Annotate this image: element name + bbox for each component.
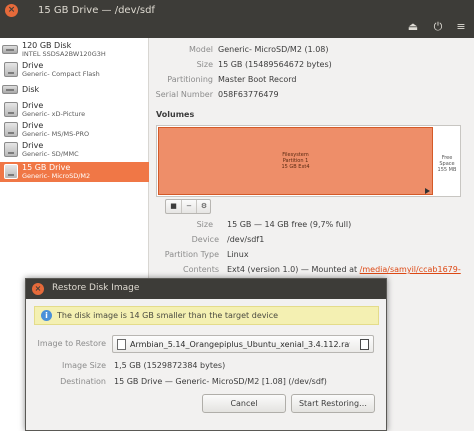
image-size-label: Image Size xyxy=(61,361,106,370)
drive-icon xyxy=(4,164,18,179)
info-icon: i xyxy=(41,310,52,321)
drive-icon xyxy=(4,102,18,117)
restore-disk-image-dialog: × Restore Disk Image i The disk image is… xyxy=(25,278,387,431)
drive-name: Drive xyxy=(22,141,44,150)
drive-icon xyxy=(4,122,18,137)
document-icon xyxy=(360,339,369,350)
disk-icon xyxy=(2,85,18,94)
drive-model: INTEL SSDSA2BW120G3H xyxy=(22,50,106,58)
eject-icon[interactable]: ⏏ xyxy=(406,20,420,34)
stop-icon[interactable]: ■ xyxy=(166,200,181,213)
device-label: Device xyxy=(191,235,219,244)
drive-name: Disk xyxy=(22,85,40,94)
drive-name: 15 GB Drive xyxy=(22,163,71,172)
destination-value: 15 GB Drive — Generic- MicroSD/M2 [1.08]… xyxy=(114,377,327,386)
drive-model: Generic- xD-Picture xyxy=(22,110,86,118)
partition-type-value: Linux xyxy=(227,250,249,259)
menu-icon[interactable]: ≡ xyxy=(454,20,468,34)
drive-model: Generic- SD/MMC xyxy=(22,150,79,158)
sidebar-item-compact-flash[interactable]: Drive Generic- Compact Flash xyxy=(0,60,149,80)
model-label: Model xyxy=(188,45,213,54)
contents-text: Ext4 (version 1.0) — Mounted at xyxy=(227,265,360,274)
dialog-close-button[interactable]: × xyxy=(32,283,44,295)
minus-icon[interactable]: − xyxy=(181,200,196,213)
drive-model: Generic- Compact Flash xyxy=(22,70,100,78)
gear-icon[interactable]: ⚙ xyxy=(196,200,211,213)
device-value: /dev/sdf1 xyxy=(227,235,265,244)
partition-label: Filesystem Partition 1 15 GB Ext4 xyxy=(281,152,310,170)
drive-icon xyxy=(4,142,18,157)
serial-label: Serial Number xyxy=(155,90,213,99)
sidebar-item-ms-pro[interactable]: Drive Generic- MS/MS-PRO xyxy=(0,120,149,140)
mount-point-link[interactable]: /media/samyil/ccab1679- xyxy=(360,265,461,274)
file-icon xyxy=(117,339,126,350)
size-value: 15 GB (15489564672 bytes) xyxy=(218,60,332,69)
free-space-label: Free Space 155 MB xyxy=(437,155,457,173)
contents-label: Contents xyxy=(183,265,219,274)
volumes-title: Volumes xyxy=(156,110,195,119)
partitioning-label: Partitioning xyxy=(167,75,213,84)
hard-disk-icon xyxy=(2,45,18,54)
info-message: The disk image is 14 GB smaller than the… xyxy=(57,311,279,320)
start-restoring-button[interactable]: Start Restoring… xyxy=(291,394,375,413)
drive-model: Generic- MicroSD/M2 xyxy=(22,172,91,180)
drive-icon xyxy=(4,62,18,77)
image-to-restore-label: Image to Restore xyxy=(37,339,106,348)
window-titlebar: × 15 GB Drive — /dev/sdf ⏏ ⏻ ≡ xyxy=(0,0,474,38)
sidebar-item-15gb-drive[interactable]: 15 GB Drive Generic- MicroSD/M2 xyxy=(0,162,149,182)
play-icon xyxy=(425,188,430,194)
sidebar-item-sd-mmc[interactable]: Drive Generic- SD/MMC xyxy=(0,140,149,160)
vol-size-label: Size xyxy=(196,220,213,229)
volume-toolbar: ■ − ⚙ xyxy=(165,199,211,214)
drive-name: Drive xyxy=(22,121,44,130)
image-file-chooser[interactable]: Armbian_5.14_Orangepiplus_Ubuntu_xenial_… xyxy=(112,335,374,353)
drive-name: Drive xyxy=(22,61,44,70)
free-space-block[interactable]: Free Space 155 MB xyxy=(434,127,460,195)
cancel-button[interactable]: Cancel xyxy=(202,394,286,413)
dialog-titlebar: × Restore Disk Image xyxy=(26,279,386,299)
volume-map: Filesystem Partition 1 15 GB Ext4 Free S… xyxy=(156,125,461,197)
sidebar-item-disk[interactable]: Disk xyxy=(0,80,149,100)
window-close-button[interactable]: × xyxy=(5,4,18,17)
window-title: 15 GB Drive — /dev/sdf xyxy=(38,5,155,16)
partition-type-label: Partition Type xyxy=(164,250,219,259)
contents-value: Ext4 (version 1.0) — Mounted at /media/s… xyxy=(227,265,472,274)
drive-name: Drive xyxy=(22,101,44,110)
image-size-value: 1,5 GB (1529872384 bytes) xyxy=(114,361,226,370)
info-bar: i The disk image is 14 GB smaller than t… xyxy=(34,306,379,325)
image-file-name: Armbian_5.14_Orangepiplus_Ubuntu_xenial_… xyxy=(130,340,350,349)
destination-label: Destination xyxy=(60,377,106,386)
model-value: Generic- MicroSD/M2 (1.08) xyxy=(218,45,329,54)
partition-1-block[interactable]: Filesystem Partition 1 15 GB Ext4 xyxy=(158,127,433,195)
partitioning-value: Master Boot Record xyxy=(218,75,297,84)
drive-model: Generic- MS/MS-PRO xyxy=(22,130,90,138)
size-label: Size xyxy=(196,60,213,69)
drive-name: 120 GB Disk xyxy=(22,41,72,50)
serial-value: 058F63776479 xyxy=(218,90,279,99)
vol-size-value: 15 GB — 14 GB free (9,7% full) xyxy=(227,220,352,229)
sidebar-item-120gb-disk[interactable]: 120 GB Disk INTEL SSDSA2BW120G3H xyxy=(0,40,149,60)
sidebar-item-xd-picture[interactable]: Drive Generic- xD-Picture xyxy=(0,100,149,120)
power-icon[interactable]: ⏻ xyxy=(431,20,445,34)
dialog-title: Restore Disk Image xyxy=(52,283,140,293)
